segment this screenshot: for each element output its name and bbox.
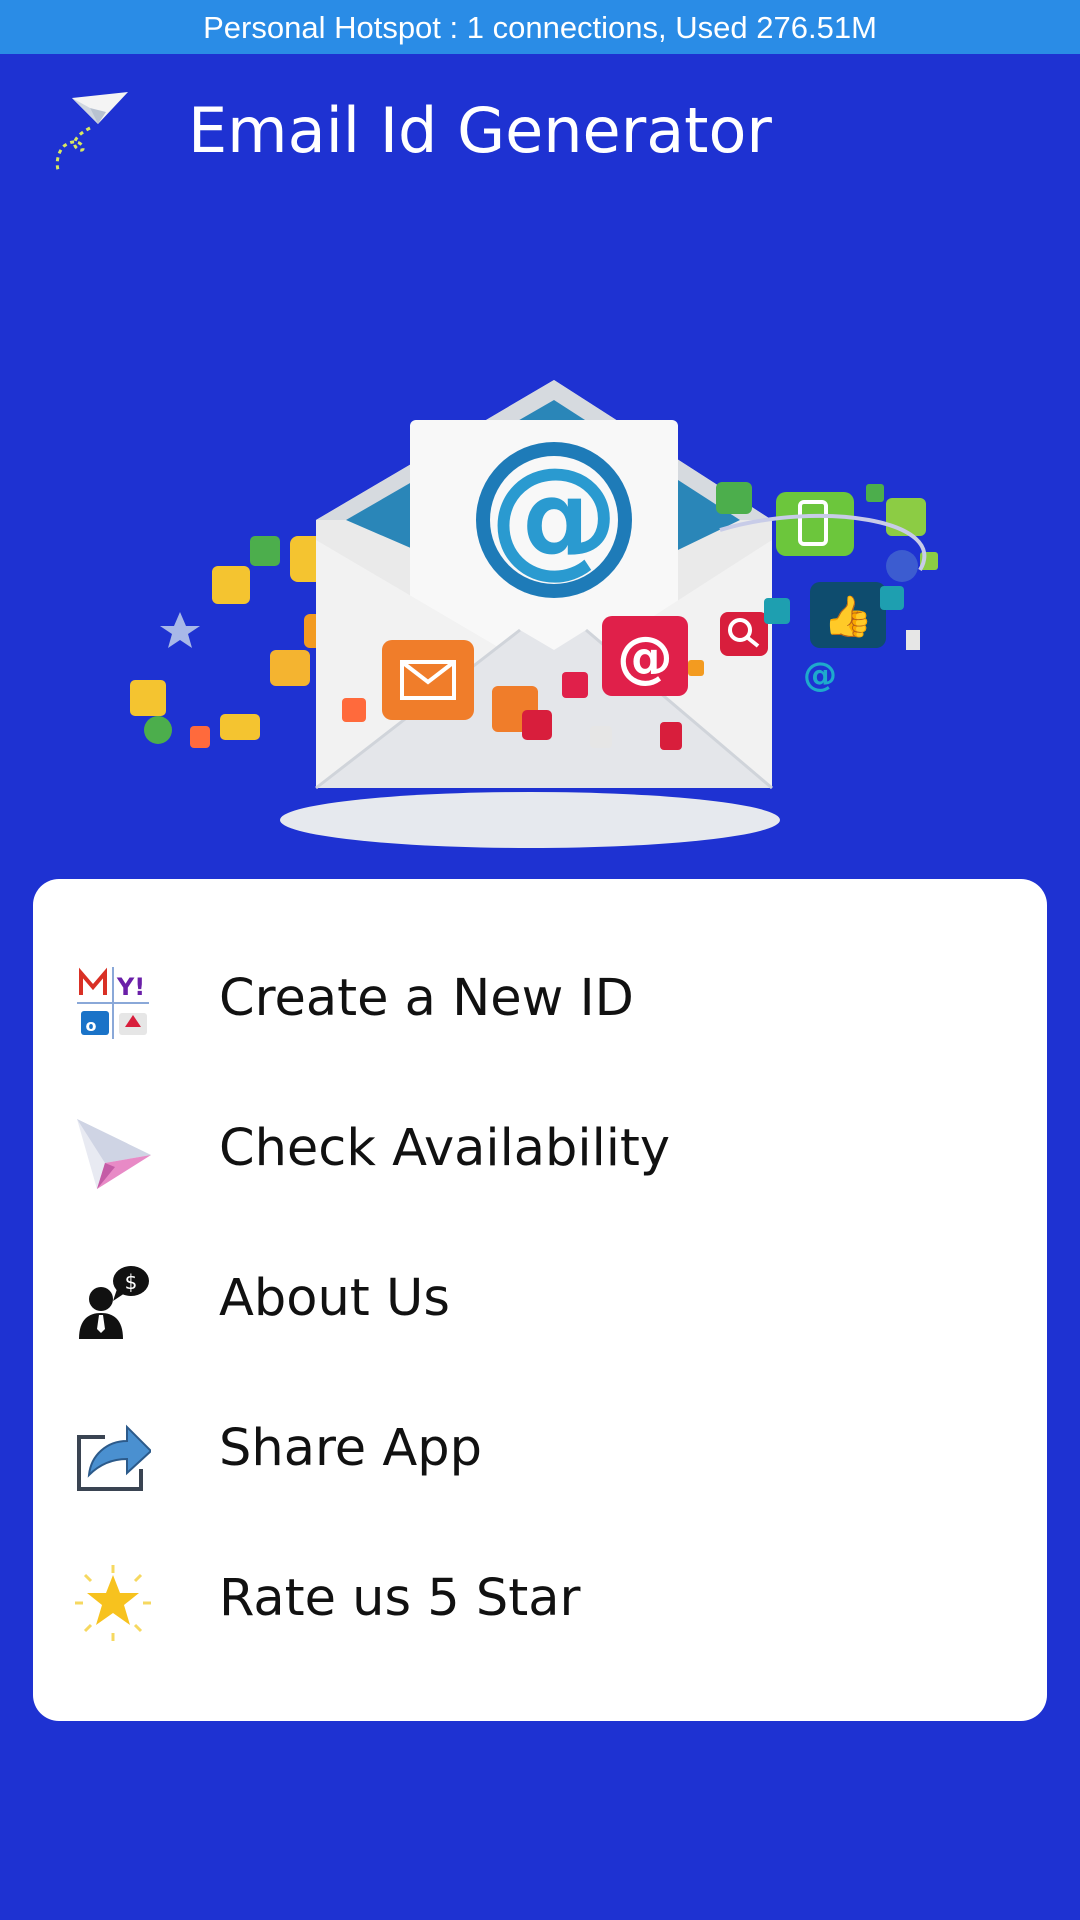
share-arrow-icon [77,1424,151,1491]
menu-item-check-availability[interactable]: Check Availability [33,1085,1047,1215]
app-header: Email Id Generator [0,54,1080,204]
menu-item-label: Check Availability [219,1119,671,1178]
svg-text:@: @ [803,655,837,695]
svg-text:@: @ [489,439,619,591]
menu-item-create-new-id[interactable]: Y! o Create a New ID [33,935,1047,1065]
menu-card: Y! o Create a New ID Check Availability … [33,879,1047,1721]
menu-item-label: About Us [219,1269,450,1328]
svg-text:👍: 👍 [823,593,873,640]
menu-item-label: Share App [219,1419,483,1478]
status-bar: Personal Hotspot : 1 connections, Used 2… [0,0,1080,54]
svg-text:$: $ [125,1270,138,1294]
menu-item-about-us[interactable]: $ About Us [33,1235,1047,1365]
paper-plane-pink-icon [77,1119,151,1189]
mail-providers-icon: Y! o [77,967,149,1039]
business-person-icon: $ [79,1266,149,1339]
email-envelope-illustration: @ @ 👍 @ [130,380,938,848]
svg-text:o: o [86,1016,97,1035]
svg-text:Y!: Y! [116,973,145,1001]
menu-item-label: Rate us 5 Star [219,1569,581,1628]
svg-text:@: @ [617,625,673,690]
app-title: Email Id Generator [188,94,772,167]
paper-plane-icon [55,92,128,171]
star-icon [75,1565,151,1641]
menu-item-rate-us[interactable]: Rate us 5 Star [33,1535,1047,1665]
menu-item-label: Create a New ID [219,969,634,1028]
menu-item-share-app[interactable]: Share App [33,1385,1047,1515]
